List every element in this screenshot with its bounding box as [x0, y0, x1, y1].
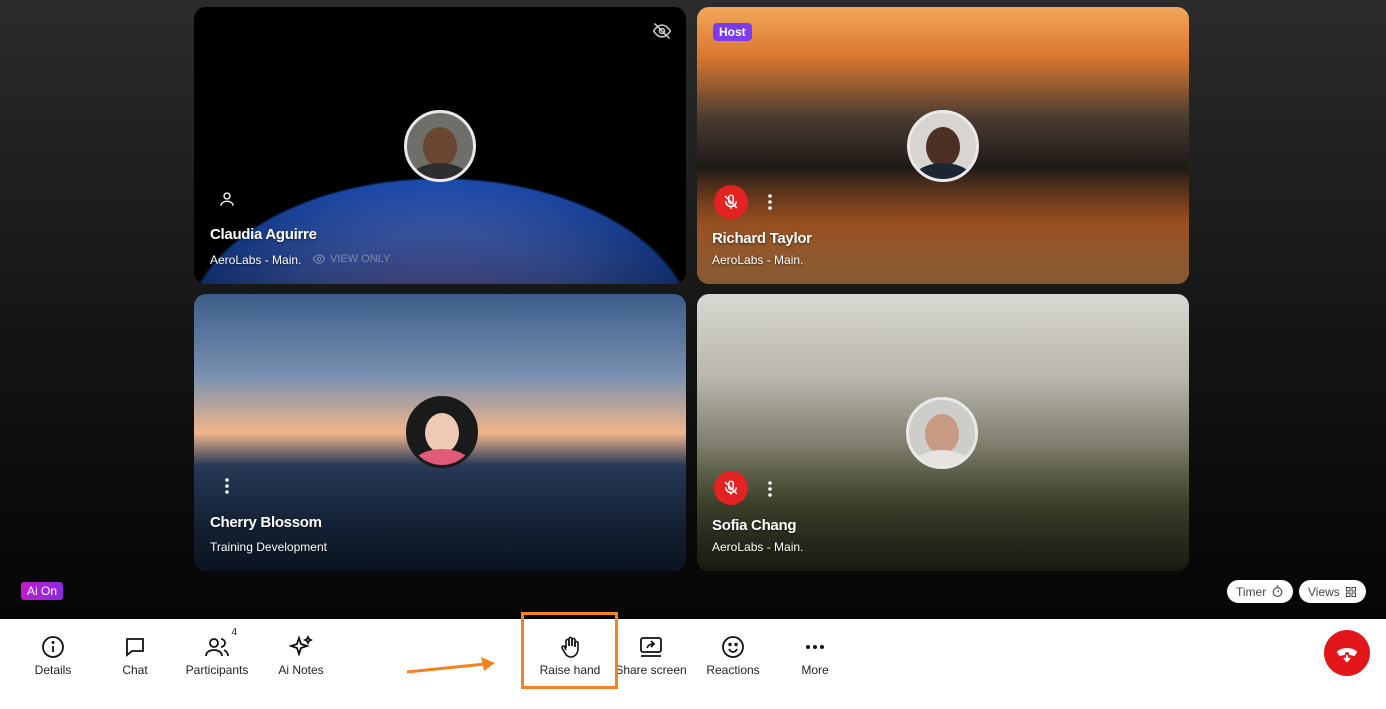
meeting-toolbar: Details Chat 4 Participants Ai Notes Rai…: [0, 619, 1386, 709]
ai-notes-button[interactable]: Ai Notes: [259, 627, 343, 677]
participant-name: Claudia Aguirre: [210, 226, 317, 243]
mic-off-button[interactable]: [714, 185, 748, 219]
view-only-label: VIEW ONLY: [312, 252, 390, 266]
info-icon: [42, 636, 64, 658]
views-label: Views: [1308, 584, 1340, 599]
participant-tile-sofia[interactable]: Sofia Chang AeroLabs - Main.: [697, 294, 1189, 571]
participant-tile-richard[interactable]: Host Richard Taylor AeroLabs - Main.: [697, 7, 1189, 284]
arrow-annotation-icon: [405, 655, 497, 677]
timer-button[interactable]: Timer: [1227, 580, 1294, 603]
mic-off-icon: [724, 480, 738, 495]
mic-off-button[interactable]: [714, 471, 748, 505]
grid-icon: [1345, 586, 1356, 597]
end-call-button[interactable]: [1324, 630, 1370, 676]
details-button[interactable]: Details: [11, 627, 95, 677]
sparkles-icon: [289, 635, 313, 657]
mic-off-icon: [724, 194, 738, 209]
participant-org: AeroLabs - Main.: [712, 540, 804, 554]
participant-tile-cherry[interactable]: Cherry Blossom Training Development: [194, 294, 686, 571]
details-label: Details: [34, 663, 72, 677]
camera-off-icon[interactable]: [652, 21, 672, 41]
smiley-icon: [722, 636, 744, 658]
share-screen-label: Share screen: [615, 663, 687, 677]
more-label: More: [801, 663, 829, 677]
participants-count: 4: [231, 627, 237, 638]
avatar: [406, 396, 478, 468]
more-options-icon[interactable]: [220, 476, 234, 496]
participant-org: AeroLabs - Main.: [210, 253, 302, 267]
stopwatch-icon: [1272, 585, 1283, 597]
host-badge: Host: [713, 23, 752, 41]
participant-tile-claudia[interactable]: Claudia Aguirre AeroLabs - Main. VIEW ON…: [194, 7, 686, 284]
participants-button[interactable]: 4 Participants: [175, 627, 259, 677]
end-call-icon: [1336, 648, 1358, 663]
person-icon: [218, 190, 236, 208]
more-horizontal-icon: [806, 645, 824, 649]
participants-icon: [205, 638, 229, 657]
chat-icon: [126, 638, 144, 657]
chat-button[interactable]: Chat: [93, 627, 177, 677]
participant-name: Richard Taylor: [712, 230, 812, 247]
avatar: [906, 397, 978, 469]
reactions-button[interactable]: Reactions: [691, 627, 775, 677]
view-only-text: VIEW ONLY: [330, 253, 391, 265]
avatar: [907, 110, 979, 182]
participant-org: AeroLabs - Main.: [712, 253, 804, 267]
more-button[interactable]: More: [773, 627, 857, 677]
chat-label: Chat: [122, 663, 148, 677]
more-options-icon[interactable]: [763, 192, 777, 212]
raise-hand-highlight: [521, 612, 618, 689]
reactions-label: Reactions: [706, 663, 760, 677]
participant-org: Training Development: [210, 540, 327, 554]
more-options-icon[interactable]: [763, 479, 777, 499]
participant-name: Cherry Blossom: [210, 514, 322, 531]
video-stage: Claudia Aguirre AeroLabs - Main. VIEW ON…: [0, 0, 1386, 619]
participant-name: Sofia Chang: [712, 517, 797, 534]
views-button[interactable]: Views: [1299, 580, 1366, 603]
participants-label: Participants: [185, 663, 249, 677]
avatar: [404, 110, 476, 182]
share-screen-button[interactable]: Share screen: [609, 627, 693, 677]
share-screen-icon: [640, 637, 662, 657]
ai-on-badge[interactable]: Ai On: [21, 582, 64, 600]
ai-notes-label: Ai Notes: [278, 663, 324, 677]
timer-label: Timer: [1236, 584, 1267, 599]
